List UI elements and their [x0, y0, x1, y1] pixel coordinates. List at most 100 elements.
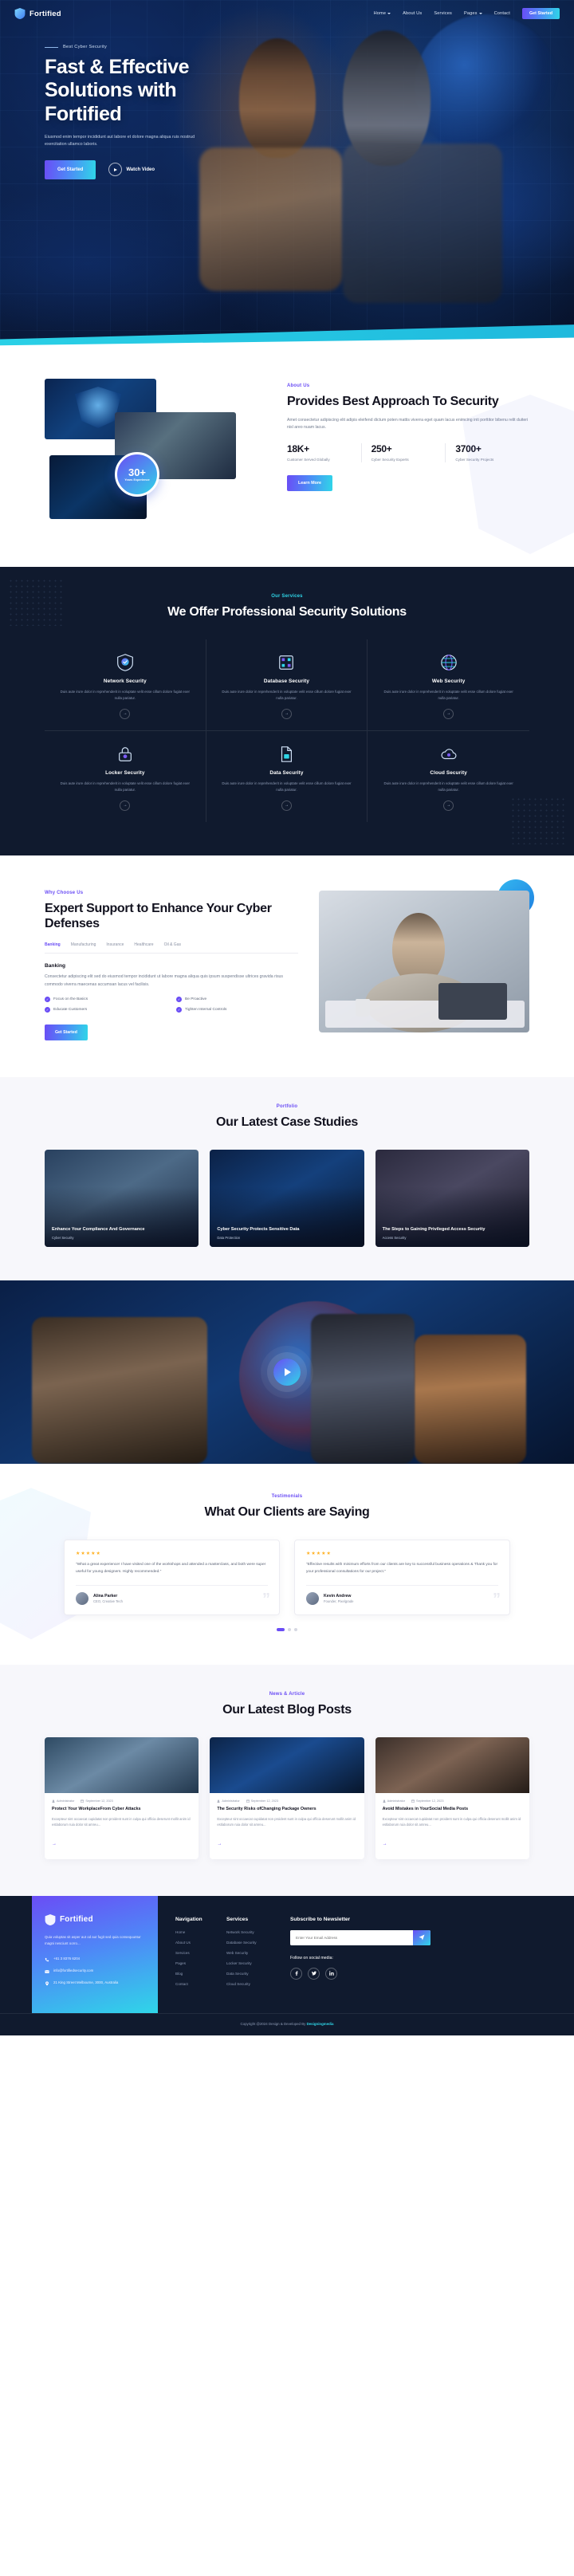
nav-item-home[interactable]: Home [374, 11, 391, 16]
service-card-database-security[interactable]: Database Security Duis aute irure dolor … [206, 639, 368, 731]
newsletter-email-input[interactable] [290, 1929, 413, 1945]
user-icon [52, 1799, 55, 1803]
nav-item-services[interactable]: Services [434, 11, 452, 16]
footer-service-web[interactable]: Web Security [226, 1951, 277, 1955]
copyright-bar: Copyright @2024 Design & Developed By De… [0, 2012, 574, 2035]
nav-item-pages[interactable]: Pages [464, 11, 482, 16]
footer-service-network[interactable]: Network Security [226, 1930, 277, 1934]
watch-video-button[interactable]: Watch Video [108, 163, 155, 177]
carousel-dot-2[interactable] [288, 1627, 291, 1631]
blog-post-image [45, 1736, 199, 1793]
tab-banking[interactable]: Banking [45, 942, 61, 947]
blog-post-image [375, 1736, 529, 1793]
footer-navigation-column: Navigation Home About Us Services Pages … [175, 1917, 226, 1992]
shield-icon [45, 1913, 56, 1926]
service-card-data-security[interactable]: Data Security Duis aute irure dolor in r… [206, 730, 368, 822]
service-arrow-icon[interactable]: → [120, 800, 131, 811]
linkedin-icon[interactable] [325, 1967, 337, 1980]
case-study-title: The Steps to Gaining Privileged Access S… [382, 1227, 486, 1233]
hero-globe-graphic [415, 14, 558, 158]
brand-logo[interactable]: Fortified [14, 7, 61, 20]
footer-phone-value: +61 3 8376 6204 [53, 1956, 81, 1961]
service-arrow-icon[interactable]: → [120, 708, 131, 719]
why-get-started-button[interactable]: Get Started [45, 1025, 88, 1041]
footer-link-contact[interactable]: Contact [175, 1982, 226, 1986]
video-banner-section [0, 1280, 574, 1465]
newsletter-submit-button[interactable] [413, 1929, 431, 1945]
footer-service-data[interactable]: Data Security [226, 1972, 277, 1976]
mail-icon [45, 1969, 49, 1973]
hero-get-started-button[interactable]: Get Started [45, 159, 96, 179]
case-study-subtitle: Data Protection [217, 1236, 241, 1241]
footer-service-cloud[interactable]: Cloud Security [226, 1982, 277, 1986]
hero-actions: Get Started Watch Video [45, 159, 239, 179]
blog-post-title: Avoid Mistakes in YourSocial Media Posts [382, 1806, 469, 1811]
case-study-card[interactable]: Enhance Your Compliance And Governance C… [45, 1150, 199, 1248]
tab-manufacturing[interactable]: Manufacturing [71, 942, 96, 947]
facebook-icon[interactable] [290, 1967, 302, 1980]
blog-author: Administrator [383, 1799, 405, 1803]
blog-read-more-arrow-icon[interactable]: → [217, 1842, 226, 1850]
site-footer: Fortified Quia voluptas sit asper aut od… [0, 1895, 574, 2035]
footer-link-blog[interactable]: Blog [175, 1972, 226, 1976]
avatar [306, 1591, 319, 1605]
service-arrow-icon[interactable]: → [281, 800, 292, 811]
twitter-icon[interactable] [308, 1967, 320, 1980]
about-learn-more-button[interactable]: Learn More [287, 475, 333, 492]
service-card-locker-security[interactable]: Locker Security Duis aute irure dolor in… [45, 730, 206, 822]
blog-read-more-arrow-icon[interactable]: → [383, 1842, 391, 1850]
hero-eyebrow: Best Cyber Security [45, 45, 239, 49]
checklist-item: ✓ Be Proactive [176, 997, 298, 1003]
footer-phone[interactable]: +61 3 8376 6204 [45, 1957, 145, 1962]
brand-name: Fortified [29, 9, 61, 18]
page-root: Fortified Home About Us Services Pages C… [0, 0, 574, 2035]
tab-oil-and-gas[interactable]: Oil & Gas [164, 942, 181, 947]
follow-label: Follow on social media: [290, 1955, 333, 1961]
footer-link-services[interactable]: Services [175, 1951, 226, 1955]
service-arrow-icon[interactable]: → [443, 800, 454, 811]
carousel-dot-1[interactable] [277, 1627, 285, 1631]
blog-post-title: The Security Risks ofChanging Package Ow… [217, 1806, 316, 1811]
checklist-label: Educate Customers [53, 1008, 88, 1013]
copyright-text: Copyright @2024 Design & Developed By [240, 2021, 307, 2026]
tab-healthcare[interactable]: Healthcare [134, 942, 153, 947]
footer-logo[interactable]: Fortified [45, 1913, 145, 1926]
check-icon: ✓ [176, 1007, 182, 1013]
service-arrow-icon[interactable]: → [281, 708, 292, 719]
video-person-left [32, 1317, 207, 1465]
case-study-card[interactable]: The Steps to Gaining Privileged Access S… [375, 1150, 529, 1248]
blog-post-card[interactable]: Administrator September 12, 2023 Avoid M… [375, 1736, 529, 1859]
service-card-web-security[interactable]: Web Security Duis aute irure dolor in re… [368, 639, 529, 731]
blog-post-image [210, 1736, 364, 1793]
blog-post-excerpt: Excepteur sint occaecat cupidatat non pr… [382, 1817, 521, 1827]
footer-service-locker[interactable]: Locker Security [226, 1961, 277, 1965]
checklist-label: Be Proactive [185, 997, 207, 1002]
blog-post-card[interactable]: Administrator September 12, 2023 The Sec… [210, 1736, 364, 1859]
footer-link-about[interactable]: About Us [175, 1941, 226, 1945]
blog-section: News & Article Our Latest Blog Posts Adm… [0, 1664, 574, 1896]
footer-link-pages[interactable]: Pages [175, 1961, 226, 1965]
service-card-network-security[interactable]: Network Security Duis aute irure dolor i… [45, 639, 206, 731]
service-arrow-icon[interactable]: → [443, 708, 454, 719]
video-play-button[interactable] [273, 1359, 301, 1386]
database-icon [277, 654, 295, 671]
case-studies-grid: Enhance Your Compliance And Governance C… [45, 1150, 529, 1248]
testimonials-section: Testimonials What Our Clients are Saying… [0, 1464, 574, 1665]
nav-item-about[interactable]: About Us [403, 11, 422, 16]
tab-insurance[interactable]: Insurance [106, 942, 124, 947]
footer-brand-card: Fortified Quia voluptas sit asper aut od… [32, 1895, 158, 2013]
footer-service-database[interactable]: Database Security [226, 1941, 277, 1945]
footer-description: Quia voluptas sit asper aut od aut fugit… [45, 1934, 141, 1945]
carousel-dot-3[interactable] [294, 1627, 297, 1631]
testimonials-tagline: Testimonials [271, 1494, 303, 1500]
footer-link-home[interactable]: Home [175, 1930, 226, 1934]
footer-brand-name: Fortified [60, 1915, 93, 1925]
service-title: Locker Security [105, 769, 145, 776]
nav-item-contact[interactable]: Contact [494, 11, 510, 16]
blog-post-card[interactable]: Administrator September 12, 2023 Protect… [45, 1736, 199, 1859]
footer-email[interactable]: info@fortifiedsecurity.com [45, 1968, 145, 1974]
case-study-card[interactable]: Cyber Security Protects Sensitive Data D… [210, 1150, 364, 1248]
service-card-cloud-security[interactable]: Cloud Security Duis aute irure dolor in … [368, 731, 529, 822]
nav-get-started-button[interactable]: Get Started [521, 8, 560, 19]
blog-read-more-arrow-icon[interactable]: → [52, 1842, 61, 1850]
